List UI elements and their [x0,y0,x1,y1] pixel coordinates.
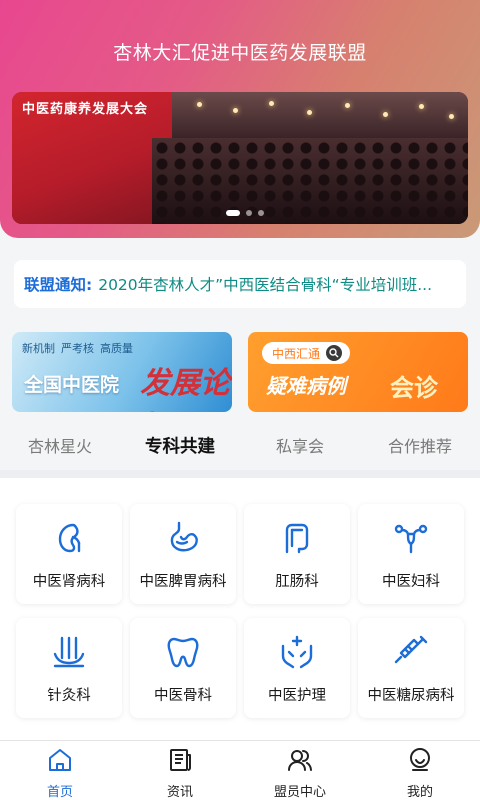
app-title: 杏林大汇促进中医药发展联盟 [113,42,367,64]
tab-xinglin-spark[interactable]: 杏林星火 [0,433,120,457]
promo-forum-title: 全国中医院 [24,374,120,396]
promo-badge-label: 中西汇通 [272,346,321,361]
department-section: 中医肾病科 中医脾胃病科 肛肠科 中医妇科 针灸科 中医骨科 中医护理 中医糖尿… [0,478,480,740]
department-card-diabetes[interactable]: 中医糖尿病科 [358,618,464,718]
promo-tag: 新机制 [22,342,55,355]
tooth-bone-icon [165,634,201,674]
category-tabs: 杏林星火 专科共建 私享会 合作推荐 [0,420,480,470]
department-card-anorectal[interactable]: 肛肠科 [244,504,350,604]
department-card-gynecology[interactable]: 中医妇科 [358,504,464,604]
profile-icon [407,747,433,777]
bottom-navigation: 首页 资讯 盟员中心 我的 [0,740,480,800]
acupuncture-icon [51,634,87,674]
promo-forum-card[interactable]: 新机制 严考核 高质量 全国中医院 发展论坛 [12,332,232,412]
department-label: 肛肠科 [275,574,319,590]
carousel-dot[interactable] [258,210,264,216]
tab-private-club[interactable]: 私享会 [240,433,360,457]
department-label: 中医脾胃病科 [139,574,227,590]
tab-cooperation[interactable]: 合作推荐 [360,433,480,457]
uterus-icon [393,520,429,560]
banner-lights [187,98,467,130]
promo-tag: 高质量 [100,342,133,355]
alliance-notice[interactable]: 联盟通知: 2020年杏林人才”中西医结合骨科“专业培训班... [14,260,466,308]
carousel-dot[interactable] [246,210,252,216]
members-icon [287,747,313,777]
notice-label: 联盟通知: [24,276,93,294]
news-icon [167,747,193,777]
notice-text[interactable]: 2020年杏林人才”中西医结合骨科“专业培训班... [98,273,432,295]
promo-tag: 严考核 [61,342,94,355]
department-label: 中医护理 [268,688,326,704]
syringe-icon [393,634,429,674]
department-label: 针灸科 [47,688,91,704]
header: 杏林大汇促进中医药发展联盟 中医药康养发展大会 [0,0,480,238]
promo-consultation-card[interactable]: 中西汇通 疑难病例 会诊 [248,332,468,412]
banner-stage-title: 中医药康养发展大会 [22,102,149,117]
kidney-icon [51,520,87,560]
promo-consultation-title: 疑难病例 [266,374,346,398]
promo-tags: 新机制 严考核 高质量 [22,340,133,356]
tab-specialty-building[interactable]: 专科共建 [120,433,240,458]
department-card-orthopedics[interactable]: 中医骨科 [130,618,236,718]
department-card-stomach[interactable]: 中医脾胃病科 [130,504,236,604]
department-card-nursing[interactable]: 中医护理 [244,618,350,718]
banner-carousel[interactable]: 中医药康养发展大会 [12,92,468,224]
section-divider [0,470,480,478]
promo-forum-accent: 发展论坛 [140,366,230,412]
nav-label: 我的 [406,785,433,800]
department-card-kidney[interactable]: 中医肾病科 [16,504,122,604]
nav-label: 盟员中心 [273,785,326,800]
promo-consultation-accent: 会诊 [390,374,438,402]
nav-member-center[interactable]: 盟员中心 [240,741,360,800]
carousel-dot-active[interactable] [226,210,240,216]
home-icon [47,747,73,777]
department-label: 中医骨科 [154,688,212,704]
nav-home[interactable]: 首页 [0,741,120,800]
department-label: 中医糖尿病科 [367,688,455,704]
care-hands-icon [279,634,315,674]
promo-badge: 中西汇通 [262,342,351,364]
intestine-icon [279,520,315,560]
department-card-acupuncture[interactable]: 针灸科 [16,618,122,718]
nav-label: 首页 [46,785,73,800]
stomach-icon [165,520,201,560]
department-grid: 中医肾病科 中医脾胃病科 肛肠科 中医妇科 针灸科 中医骨科 中医护理 中医糖尿… [16,504,464,718]
nav-label: 资讯 [166,785,193,800]
carousel-indicator[interactable] [226,210,264,216]
department-label: 中医肾病科 [32,574,106,590]
nav-news[interactable]: 资讯 [120,741,240,800]
search-icon [326,345,343,361]
department-label: 中医妇科 [382,574,440,590]
banner-audience [152,138,468,224]
nav-profile[interactable]: 我的 [360,741,480,800]
